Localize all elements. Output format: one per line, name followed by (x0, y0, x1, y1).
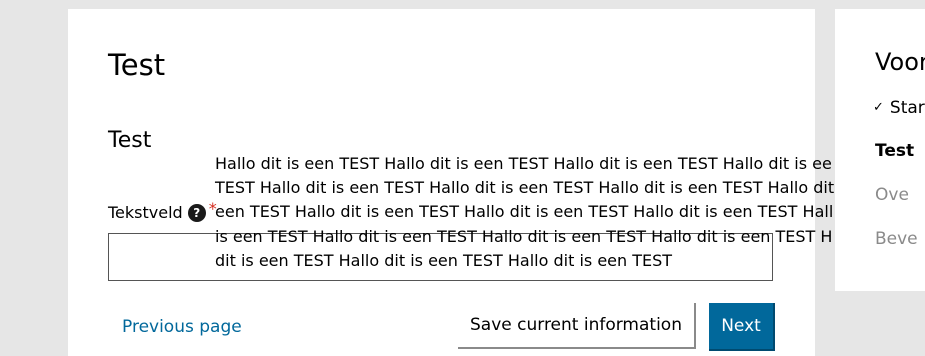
progress-step-future: Ove (875, 184, 909, 206)
step-label: Test (875, 141, 915, 161)
progress-step-done[interactable]: ✓ Star (873, 97, 925, 119)
section-title: Test (108, 128, 152, 153)
tooltip-line: Hallo dit is een TEST Hallo dit is een T… (215, 154, 832, 173)
step-label: Star (889, 98, 925, 118)
form-page: Test Test Tekstveld ? * Hallo dit is een… (0, 0, 925, 356)
save-current-information-button[interactable]: Save current information (458, 303, 696, 349)
progress-panel: Voor ✓ Star Test Ove Beve (835, 9, 925, 291)
tooltip-line: is een TEST Hallo dit is een TEST Hallo … (215, 226, 833, 246)
tooltip-line: een TEST Hallo dit is een TEST Hallo dit… (215, 202, 834, 222)
progress-step-future: Beve (875, 228, 918, 250)
tekstveld-label: Tekstveld (108, 203, 183, 222)
previous-page-link[interactable]: Previous page (122, 315, 242, 339)
tooltip-line: dit is een TEST Hallo dit is een TEST Ha… (215, 250, 673, 270)
progress-step-current: Test (875, 140, 914, 162)
tooltip-line: TEST Hallo dit is een TEST Hallo dit is … (215, 178, 835, 198)
progress-title: Voor (875, 48, 925, 76)
step-label: Ove (875, 185, 909, 205)
help-tooltip: Hallo dit is een TEST Hallo dit is een T… (215, 152, 855, 273)
page-title: Test (108, 48, 166, 82)
form-card: Test Test Tekstveld ? * Hallo dit is een… (68, 9, 834, 356)
field-label-row: Tekstveld ? * (108, 199, 217, 223)
help-icon[interactable]: ? (187, 204, 206, 222)
step-label: Beve (875, 229, 918, 249)
check-icon: ✓ (873, 100, 884, 115)
next-button[interactable]: Next (709, 303, 775, 351)
